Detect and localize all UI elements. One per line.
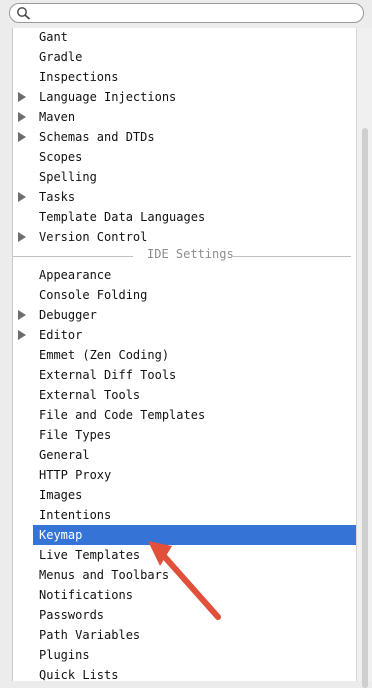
tree-item[interactable]: Language Injections	[13, 87, 356, 107]
tree-item-label: Version Control	[39, 230, 148, 244]
tree-item[interactable]: Emmet (Zen Coding)	[13, 345, 356, 365]
tree-item[interactable]: Scopes	[13, 147, 356, 167]
tree-item[interactable]: Passwords	[13, 605, 356, 625]
search-icon	[17, 7, 31, 20]
tree-item-label: General	[39, 448, 90, 462]
tree-item-label: External Tools	[39, 388, 141, 402]
tree-item[interactable]: Keymap	[33, 525, 356, 545]
tree-item[interactable]: Plugins	[13, 645, 356, 665]
tree-item-label: Emmet (Zen Coding)	[39, 348, 170, 362]
tree-item-label: Language Injections	[39, 90, 177, 104]
expand-arrow-icon[interactable]	[18, 310, 26, 320]
tree-item[interactable]: Console Folding	[13, 285, 356, 305]
tree-item[interactable]: Notifications	[13, 585, 356, 605]
tree-item-label: Scopes	[39, 150, 83, 164]
tree-item-label: Plugins	[39, 648, 90, 662]
tree-item[interactable]: Quick Lists	[13, 665, 356, 681]
tree-item-label: Appearance	[39, 268, 112, 282]
expand-arrow-icon[interactable]	[18, 232, 26, 242]
tree-item-label: Spelling	[39, 170, 97, 184]
expand-arrow-icon[interactable]	[18, 112, 26, 122]
tree-item-label: Notifications	[39, 588, 133, 602]
tree-item-label: Maven	[39, 110, 76, 124]
tree-item[interactable]: Menus and Toolbars	[13, 565, 356, 585]
tree-item-label: Intentions	[39, 508, 112, 522]
ide-settings-separator: IDE Settings	[13, 247, 356, 261]
tree-item[interactable]: Gant	[13, 28, 356, 47]
separator-label: IDE Settings	[141, 247, 240, 261]
tree-item-label: Keymap	[39, 528, 83, 542]
tree-item[interactable]: Live Templates	[13, 545, 356, 565]
tree-item[interactable]: Images	[13, 485, 356, 505]
expand-arrow-icon[interactable]	[18, 192, 26, 202]
tree-item[interactable]: Tasks	[13, 187, 356, 207]
tree-item[interactable]: Gradle	[13, 47, 356, 67]
tree-item-label: File and Code Templates	[39, 408, 206, 422]
tree-item-label: Tasks	[39, 190, 76, 204]
search-input[interactable]	[9, 3, 364, 23]
tree-item[interactable]: Version Control	[13, 227, 356, 247]
tree-item-label: Console Folding	[39, 288, 148, 302]
tree-item-label: Passwords	[39, 608, 105, 622]
tree-item-label: Path Variables	[39, 628, 141, 642]
tree-item-label: Schemas and DTDs	[39, 130, 155, 144]
tree-item-label: Inspections	[39, 70, 119, 84]
tree-item[interactable]: Maven	[13, 107, 356, 127]
tree-item[interactable]: Path Variables	[13, 625, 356, 645]
tree-item[interactable]: General	[13, 445, 356, 465]
tree-item[interactable]: Editor	[13, 325, 356, 345]
tree-item[interactable]: Intentions	[13, 505, 356, 525]
tree-item[interactable]: Template Data Languages	[13, 207, 356, 227]
tree-item-label: File Types	[39, 428, 112, 442]
tree-item[interactable]: File Types	[13, 425, 356, 445]
tree-item-label: Editor	[39, 328, 83, 342]
expand-arrow-icon[interactable]	[18, 92, 26, 102]
search-bar	[0, 0, 372, 28]
tree-item-label: Template Data Languages	[39, 210, 206, 224]
tree-item-label: HTTP Proxy	[39, 468, 112, 482]
vertical-scrollbar[interactable]	[356, 28, 372, 688]
tree-item-label: External Diff Tools	[39, 368, 177, 382]
tree-item-label: Gradle	[39, 50, 83, 64]
tree-item-label: Debugger	[39, 308, 97, 322]
tree-item[interactable]: Schemas and DTDs	[13, 127, 356, 147]
tree-item[interactable]: Appearance	[13, 265, 356, 285]
tree-item-label: Live Templates	[39, 548, 141, 562]
scrollbar-thumb[interactable]	[362, 128, 368, 688]
settings-tree: IDE Settings Gant Gradle Inspections Langua…	[12, 28, 357, 681]
expand-arrow-icon[interactable]	[18, 132, 26, 142]
expand-arrow-icon[interactable]	[18, 330, 26, 340]
tree-item-label: Gant	[39, 30, 68, 44]
tree-item[interactable]: File and Code Templates	[13, 405, 356, 425]
tree-item-label: Menus and Toolbars	[39, 568, 170, 582]
tree-item[interactable]: External Diff Tools	[13, 365, 356, 385]
tree-item-label: Quick Lists	[39, 668, 119, 681]
tree-item-label: Images	[39, 488, 83, 502]
tree-item[interactable]: Debugger	[13, 305, 356, 325]
tree-item[interactable]: External Tools	[13, 385, 356, 405]
tree-item[interactable]: Inspections	[13, 67, 356, 87]
tree-item[interactable]: HTTP Proxy	[13, 465, 356, 485]
tree-item[interactable]: Spelling	[13, 167, 356, 187]
